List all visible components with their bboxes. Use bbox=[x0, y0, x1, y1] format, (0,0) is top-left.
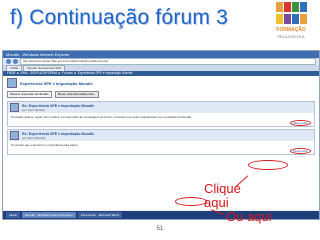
forward-icon[interactable] bbox=[13, 59, 18, 64]
post-header: Re: Experiência SPE e Importação Moodle … bbox=[8, 130, 314, 141]
click-here-callout: Clique aqui bbox=[204, 181, 241, 210]
taskbar: Iniciar Moodle - Windows Internet Explor… bbox=[3, 211, 319, 219]
post-author: por Tutor Moodle bbox=[22, 107, 45, 112]
back-icon[interactable] bbox=[6, 59, 11, 64]
slide-title: f) Continuação fórum 3 bbox=[10, 6, 229, 29]
highlight-oval bbox=[248, 160, 288, 170]
url-input[interactable]: http://www.formacao.fnde.gov.br/moodle/m… bbox=[20, 58, 316, 65]
post-body: Concordo que este fórum é importante par… bbox=[11, 143, 79, 147]
avatar bbox=[10, 131, 19, 140]
move-discussion-button[interactable]: Mover esta discussão para... bbox=[54, 91, 100, 98]
post-title: Re: Experiência SPE e Importação Moodle bbox=[22, 103, 95, 108]
logo-mark bbox=[276, 2, 310, 24]
highlight-oval bbox=[175, 197, 207, 206]
post-title: Re: Experiência SPE e Importação Moodle bbox=[22, 131, 95, 136]
reply-link[interactable]: Responder bbox=[290, 120, 311, 126]
post-footer: Responder bbox=[8, 120, 314, 126]
formacao-pela-escola-logo: FORMAÇÃO PELA ESCOLA bbox=[266, 2, 316, 46]
web-page: FNDE ► EMA - SIS/PLATAFORMA ► Fórums ► E… bbox=[3, 71, 319, 210]
post-author: por Aluno Moodle bbox=[22, 135, 46, 140]
forum-post: Re: Experiência SPE e Importação Moodle … bbox=[7, 101, 315, 127]
address-bar-row: http://www.formacao.fnde.gov.br/moodle/m… bbox=[3, 58, 319, 65]
post-footer: Responder bbox=[8, 148, 314, 154]
post-body: Prezados alunos, sejam bem-vindos. Ao re… bbox=[11, 115, 192, 119]
logo-text-line1: FORMAÇÃO bbox=[276, 27, 306, 33]
page-number: 51 bbox=[156, 226, 164, 232]
start-button[interactable]: Iniciar bbox=[6, 212, 21, 218]
taskbar-item[interactable]: Documento - Microsoft Word bbox=[77, 212, 122, 218]
logo-text-line2: PELA ESCOLA bbox=[277, 34, 305, 39]
reply-link[interactable]: Responder bbox=[290, 148, 311, 154]
forum-icon bbox=[7, 78, 17, 88]
post-header: Re: Experiência SPE e Importação Moodle … bbox=[8, 102, 314, 113]
avatar bbox=[10, 103, 19, 112]
taskbar-item[interactable]: Moodle - Windows Internet Explorer bbox=[22, 212, 76, 218]
display-mode-select[interactable]: Mostrar respostas aninhadas bbox=[7, 91, 52, 98]
forum-post: Re: Experiência SPE e Importação Moodle … bbox=[7, 129, 315, 155]
or-here-callout: Ou aqui bbox=[226, 209, 272, 224]
window-title: Moodle - Windows Internet Explorer bbox=[3, 51, 319, 58]
browser-window: Moodle - Windows Internet Explorer http:… bbox=[2, 50, 320, 220]
forum-controls: Mostrar respostas aninhadas Mover esta d… bbox=[3, 90, 319, 99]
forum-header: Experiência SPE e Importação Moodle bbox=[3, 76, 319, 90]
forum-title: Experiência SPE e Importação Moodle bbox=[20, 80, 93, 86]
